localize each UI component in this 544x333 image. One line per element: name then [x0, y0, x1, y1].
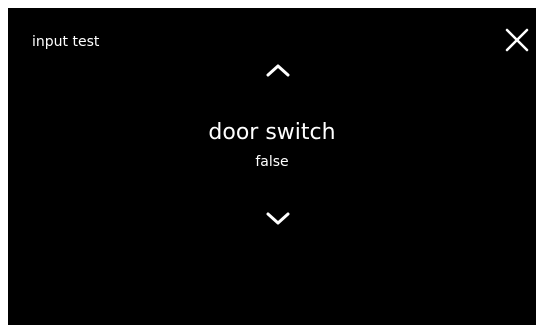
screen-title: input test: [32, 34, 100, 50]
input-test-screen: input test door switch false: [8, 8, 536, 325]
chevron-up-icon[interactable]: [262, 60, 294, 80]
close-icon[interactable]: [503, 26, 531, 54]
input-name: door switch: [208, 120, 336, 145]
input-value: false: [255, 154, 289, 170]
chevron-down-icon[interactable]: [262, 209, 294, 229]
